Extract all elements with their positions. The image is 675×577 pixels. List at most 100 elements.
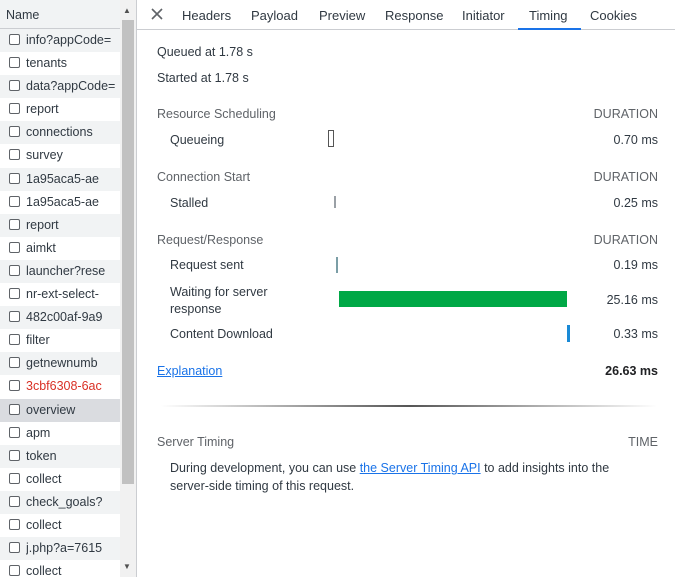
total-duration: 26.63 ms — [605, 364, 658, 378]
request-name: report — [26, 217, 59, 232]
duration-header: DURATION — [593, 170, 658, 184]
server-timing-text-before: During development, you can use — [170, 461, 360, 475]
server-timing-title: Server Timing — [157, 435, 235, 449]
request-row[interactable]: launcher?rese — [0, 259, 120, 284]
request-row[interactable]: connections — [0, 121, 120, 145]
tab-timing[interactable]: Timing — [518, 0, 581, 30]
server-timing-description: During development, you can use the Serv… — [170, 459, 650, 495]
tab-cookies[interactable]: Cookies — [590, 8, 637, 23]
request-row-checkbox[interactable] — [9, 472, 20, 484]
request-row[interactable]: data?appCode= — [0, 75, 120, 99]
tab-timing-label: Timing — [529, 8, 568, 23]
request-row[interactable]: aimkt — [0, 237, 120, 260]
queueing-bar — [328, 130, 334, 147]
request-row-checkbox[interactable] — [9, 357, 20, 369]
request-row-checkbox[interactable] — [9, 288, 20, 300]
request-name: nr-ext-select- — [26, 287, 99, 302]
request-name: collect — [26, 471, 62, 486]
stalled-label: Stalled — [170, 196, 209, 210]
tab-initiator[interactable]: Initiator — [462, 8, 505, 23]
stalled-value: 0.25 ms — [613, 196, 658, 210]
request-row-checkbox[interactable] — [9, 195, 20, 207]
request-row[interactable]: 1a95aca5-ae — [0, 167, 120, 191]
request-row-checkbox[interactable] — [9, 426, 20, 438]
duration-header: DURATION — [593, 107, 658, 121]
request-row-checkbox[interactable] — [9, 380, 20, 392]
request-name: collect — [26, 517, 62, 532]
scrollbar-thumb[interactable] — [122, 20, 134, 484]
request-sent-label: Request sent — [170, 258, 244, 272]
scroll-up-arrow-icon[interactable]: ▲ — [123, 6, 131, 15]
request-row-checkbox[interactable] — [9, 149, 20, 161]
request-name: token — [26, 448, 57, 463]
request-name: j.php?a=7615 — [26, 541, 103, 556]
request-row[interactable]: check_goals? — [0, 490, 120, 514]
request-name: aimkt — [26, 240, 56, 255]
request-row-checkbox[interactable] — [9, 565, 20, 577]
request-row-checkbox[interactable] — [9, 103, 20, 115]
section-resource-scheduling: Resource Scheduling — [157, 107, 276, 121]
server-timing-api-link[interactable]: the Server Timing API — [360, 461, 481, 475]
request-row[interactable]: survey — [0, 144, 120, 167]
request-name: getnewnumb — [26, 356, 98, 371]
request-row[interactable]: tenants — [0, 52, 120, 75]
request-row-checkbox[interactable] — [9, 518, 20, 530]
request-row-checkbox[interactable] — [9, 311, 20, 323]
request-row-checkbox[interactable] — [9, 495, 20, 507]
request-row[interactable]: token — [0, 444, 120, 468]
request-row[interactable]: 482c00af-9a9 — [0, 306, 120, 330]
request-row-checkbox[interactable] — [9, 34, 20, 45]
name-column-header[interactable]: Name ▲ — [0, 0, 136, 29]
request-row[interactable]: report — [0, 98, 120, 121]
request-row-checkbox[interactable] — [9, 241, 20, 253]
request-row[interactable]: overview — [0, 398, 120, 422]
request-row-checkbox[interactable] — [9, 218, 20, 230]
request-row[interactable]: 3cbf6308-6ac — [0, 375, 120, 398]
request-sent-bar — [336, 257, 338, 273]
request-row-checkbox[interactable] — [9, 403, 20, 415]
request-row[interactable]: collect — [0, 560, 120, 577]
request-row[interactable]: nr-ext-select- — [0, 283, 120, 306]
request-row[interactable]: j.php?a=7615 — [0, 537, 120, 561]
section-divider — [161, 405, 657, 407]
scroll-down-arrow-icon[interactable]: ▼ — [123, 562, 131, 571]
tab-payload[interactable]: Payload — [251, 8, 298, 23]
section-request-response: Request/Response — [157, 233, 264, 247]
duration-header: DURATION — [593, 233, 658, 247]
tab-response[interactable]: Response — [385, 8, 444, 23]
request-row[interactable]: 1a95aca5-ae — [0, 191, 120, 214]
started-at: Started at 1.78 s — [157, 71, 249, 85]
request-name: check_goals? — [26, 494, 103, 509]
request-row-checkbox[interactable] — [9, 264, 20, 276]
content-download-value: 0.33 ms — [613, 327, 658, 341]
request-row-checkbox[interactable] — [9, 334, 20, 346]
request-row-checkbox[interactable] — [9, 449, 20, 461]
request-name: survey — [26, 148, 63, 163]
request-rows: info?appCode= tenants data?appCode= report c… — [0, 29, 120, 577]
tab-preview[interactable]: Preview — [319, 8, 365, 23]
request-row[interactable]: apm — [0, 422, 120, 445]
content-download-label: Content Download — [170, 327, 273, 341]
close-icon[interactable] — [147, 4, 167, 24]
stalled-bar — [334, 196, 336, 208]
request-row-checkbox[interactable] — [9, 80, 20, 92]
request-row-checkbox[interactable] — [9, 172, 20, 184]
list-scrollbar[interactable]: ▲ ▼ — [120, 0, 136, 577]
request-row[interactable]: getnewnumb — [0, 352, 120, 376]
details-tabbar: Headers Payload Preview Response Initiat… — [137, 0, 675, 30]
request-row-checkbox[interactable] — [9, 126, 20, 138]
waiting-value: 25.16 ms — [606, 293, 658, 307]
request-row[interactable]: report — [0, 213, 120, 237]
request-name: info?appCode= — [26, 33, 112, 47]
request-row[interactable]: info?appCode= — [0, 29, 120, 53]
request-row-checkbox[interactable] — [9, 542, 20, 554]
content-download-bar — [567, 325, 570, 342]
request-row[interactable]: collect — [0, 468, 120, 491]
request-row[interactable]: collect — [0, 514, 120, 537]
request-row[interactable]: filter — [0, 329, 120, 352]
request-row-checkbox[interactable] — [9, 57, 20, 69]
request-name: launcher?rese — [26, 263, 106, 278]
explanation-link[interactable]: Explanation — [157, 364, 222, 378]
tab-headers[interactable]: Headers — [182, 8, 231, 23]
request-name: 482c00af-9a9 — [26, 310, 103, 325]
